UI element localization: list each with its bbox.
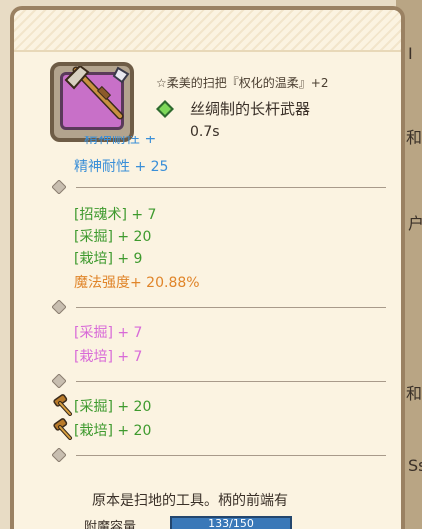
broom-weapon-icon xyxy=(64,66,130,120)
stat-mining: [采掘] + 20 xyxy=(74,229,152,245)
diamond-icon xyxy=(52,374,66,388)
divider xyxy=(52,448,386,462)
green-gem-icon xyxy=(156,100,174,118)
divider xyxy=(52,300,386,314)
diamond-icon xyxy=(52,180,66,194)
stat-cultivation-hammer: [栽培] + 20 xyxy=(74,423,152,439)
stat-mining-hammer: [采掘] + 20 xyxy=(74,399,152,415)
attack-speed: 0.7s xyxy=(190,124,220,140)
partially-hidden-stat: 精神耐性 + 10 xyxy=(84,136,157,146)
side-text: Ss xyxy=(408,456,422,475)
divider xyxy=(52,180,386,194)
stat-mining-pink: [采掘] + 7 xyxy=(74,325,143,341)
side-text: 户 xyxy=(408,214,422,233)
side-text: 和 xyxy=(406,128,422,147)
divider xyxy=(52,374,386,388)
panel-header-pattern xyxy=(14,10,401,52)
stat-spirit-resistance: 精神耐性 + 25 xyxy=(74,159,169,175)
diamond-icon xyxy=(52,300,66,314)
item-tooltip-panel: ☆柔美的扫把『权化的温柔』+2 丝绸制的长杆武器 0.7s 精神耐性 + 10 … xyxy=(10,6,405,529)
stat-soul-summoning: [招魂术] + 7 xyxy=(74,207,157,223)
item-title: ☆柔美的扫把『权化的温柔』+2 xyxy=(156,76,329,90)
stat-cultivation-pink: [栽培] + 7 xyxy=(74,349,143,365)
stat-magic-power: 魔法强度+ 20.88% xyxy=(74,275,200,291)
hammer-icon xyxy=(53,394,72,416)
item-type-label: 丝绸制的长杆武器 xyxy=(190,100,311,118)
diamond-icon xyxy=(52,448,66,462)
side-text: 和 xyxy=(406,384,422,403)
enchant-capacity-bar: 133/150 xyxy=(170,516,292,529)
hammer-icon xyxy=(53,418,72,440)
stat-cultivation: [栽培] + 9 xyxy=(74,251,143,267)
side-text: I xyxy=(408,44,413,63)
item-description: 原本是扫地的工具。柄的前端有 xyxy=(92,493,288,509)
item-icon-frame xyxy=(50,62,134,142)
enchant-capacity-label: 附魔容量 xyxy=(84,520,137,529)
